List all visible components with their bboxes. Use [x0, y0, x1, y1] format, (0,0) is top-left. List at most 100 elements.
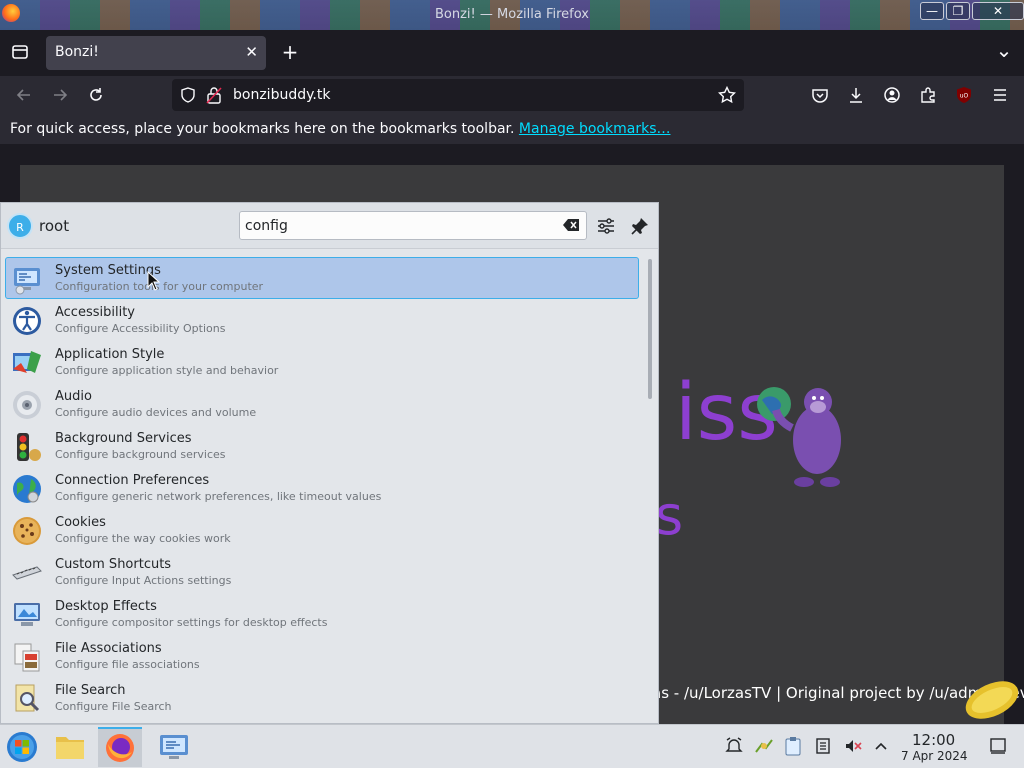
reload-icon[interactable]: [84, 83, 108, 107]
result-connection-preferences[interactable]: Connection Preferences Configure generic…: [5, 467, 639, 509]
view-recent-browsing-icon[interactable]: [8, 40, 32, 64]
result-title: System Settings: [55, 263, 161, 278]
start-menu-icon: [7, 732, 37, 762]
clipboard-icon[interactable]: [782, 735, 804, 757]
notes-icon[interactable]: [812, 735, 834, 757]
result-subtitle: Configure Input Actions settings: [55, 574, 232, 587]
tab-bar: Bonzi! ✕ + ⌄: [0, 30, 1024, 76]
result-cookies[interactable]: Cookies Configure the way cookies work: [5, 509, 639, 551]
result-subtitle: Configure audio devices and volume: [55, 406, 257, 419]
result-title: Background Services: [55, 431, 192, 446]
svg-text:uO: uO: [960, 93, 969, 100]
list-all-tabs-button[interactable]: ⌄: [992, 38, 1016, 62]
results-scrollbar-thumb[interactable]: [648, 259, 652, 399]
result-subtitle: Configure Accessibility Options: [55, 322, 226, 335]
file-manager-task[interactable]: [48, 727, 92, 767]
close-window-button[interactable]: ✕: [972, 2, 1024, 20]
file-manager-icon: [56, 737, 84, 759]
minimize-button[interactable]: —: [920, 2, 944, 20]
result-subtitle: Configure generic network preferences, l…: [55, 490, 382, 503]
results-scrollbar[interactable]: [646, 257, 654, 723]
result-desktop-effects[interactable]: Desktop Effects Configure compositor set…: [5, 593, 639, 635]
bonzi-buddy-icon[interactable]: [752, 378, 852, 488]
result-title: Desktop Effects: [55, 599, 157, 614]
result-file-associations[interactable]: File Associations Configure file associa…: [5, 635, 639, 677]
maximize-button[interactable]: ❐: [946, 2, 970, 20]
result-subtitle: Configure file associations: [55, 658, 200, 671]
user-name: root: [39, 217, 70, 235]
result-application-style[interactable]: Application Style Configure application …: [5, 341, 639, 383]
manage-bookmarks-link[interactable]: Manage bookmarks…: [519, 121, 671, 137]
volume-muted-icon[interactable]: [842, 735, 864, 757]
application-launcher[interactable]: R root System Settings Configuration too…: [0, 202, 659, 724]
navigation-toolbar: bonzibuddy.tk uO: [0, 76, 1024, 114]
result-accessibility[interactable]: Accessibility Configure Accessibility Op…: [5, 299, 639, 341]
result-title: File Search: [55, 683, 126, 698]
user-avatar[interactable]: R: [7, 213, 33, 239]
extensions-icon[interactable]: [916, 83, 940, 107]
insecure-lock-icon[interactable]: [204, 85, 224, 105]
result-subtitle: Configure compositor settings for deskto…: [55, 616, 328, 629]
alarm-icon[interactable]: [723, 735, 745, 757]
address-bar[interactable]: bonzibuddy.tk: [172, 79, 744, 111]
downloads-icon[interactable]: [844, 83, 868, 107]
network-icon[interactable]: [753, 735, 775, 757]
firefox-icon: [106, 734, 134, 762]
bookmarks-toolbar-message: For quick access, place your bookmarks h…: [10, 121, 670, 137]
result-system-settings[interactable]: System Settings Configuration tools for …: [5, 257, 639, 299]
tray-expand-icon[interactable]: [870, 735, 892, 757]
result-custom-shortcuts[interactable]: Custom Shortcuts Configure Input Actions…: [5, 551, 639, 593]
system-settings-icon: [14, 268, 40, 295]
new-tab-button[interactable]: +: [278, 40, 302, 64]
url-text[interactable]: bonzibuddy.tk: [233, 87, 330, 103]
window-titlebar[interactable]: Bonzi! — Mozilla Firefox — ❐ ✕: [0, 0, 1024, 30]
result-subtitle: Configure File Search: [55, 700, 172, 713]
window-title: Bonzi! — Mozilla Firefox: [435, 7, 589, 22]
result-subtitle: Configure the way cookies work: [55, 532, 231, 545]
clock-time[interactable]: 12:00: [912, 731, 955, 749]
pocket-icon[interactable]: [808, 83, 832, 107]
ublock-origin-icon[interactable]: uO: [952, 83, 976, 107]
search-results-list: System Settings Configuration tools for …: [5, 257, 639, 723]
result-title: Cookies: [55, 515, 106, 530]
result-file-search[interactable]: File Search Configure File Search: [5, 677, 639, 719]
application-style-icon: [13, 351, 41, 373]
system-settings-task[interactable]: [152, 727, 196, 767]
launcher-search-field[interactable]: [239, 211, 587, 240]
custom-shortcuts-icon: [12, 566, 42, 580]
file-associations-icon: [14, 643, 40, 672]
mouse-cursor-icon: [147, 271, 161, 291]
result-subtitle: Configure background services: [55, 448, 226, 461]
banana-icon: [965, 681, 1019, 719]
close-tab-icon[interactable]: ✕: [245, 43, 258, 61]
result-title: Accessibility: [55, 305, 135, 320]
bookmark-star-icon[interactable]: [716, 84, 738, 106]
tracking-protection-shield-icon[interactable]: [178, 85, 198, 105]
pin-icon[interactable]: [627, 213, 653, 239]
configure-launcher-icon[interactable]: [593, 213, 619, 239]
result-title: File Associations: [55, 641, 162, 656]
audio-icon: [13, 391, 41, 419]
start-menu-button[interactable]: [0, 727, 44, 767]
result-audio[interactable]: Audio Configure audio devices and volume: [5, 383, 639, 425]
launcher-header: R root: [1, 203, 658, 249]
bookmarks-hint-text: For quick access, place your bookmarks h…: [10, 121, 515, 137]
connection-preferences-icon: [13, 475, 41, 503]
desktop-effects-icon: [14, 603, 40, 626]
forward-icon[interactable]: [48, 83, 72, 107]
account-icon[interactable]: [880, 83, 904, 107]
background-services-icon: [17, 433, 41, 461]
result-title: Application Style: [55, 347, 165, 362]
tab-bonzi[interactable]: Bonzi! ✕: [46, 36, 266, 70]
clock-date[interactable]: 7 Apr 2024: [901, 749, 968, 763]
back-icon[interactable]: [12, 83, 36, 107]
clear-search-icon[interactable]: [563, 218, 580, 232]
show-desktop-icon[interactable]: [987, 735, 1009, 757]
result-background-services[interactable]: Background Services Configure background…: [5, 425, 639, 467]
result-subtitle: Configure application style and behavior: [55, 364, 279, 377]
hamburger-menu-icon[interactable]: [988, 83, 1012, 107]
tab-label: Bonzi!: [55, 44, 99, 60]
launcher-search-input[interactable]: [245, 216, 555, 236]
firefox-task[interactable]: [98, 727, 142, 767]
accessibility-icon: [13, 307, 41, 335]
